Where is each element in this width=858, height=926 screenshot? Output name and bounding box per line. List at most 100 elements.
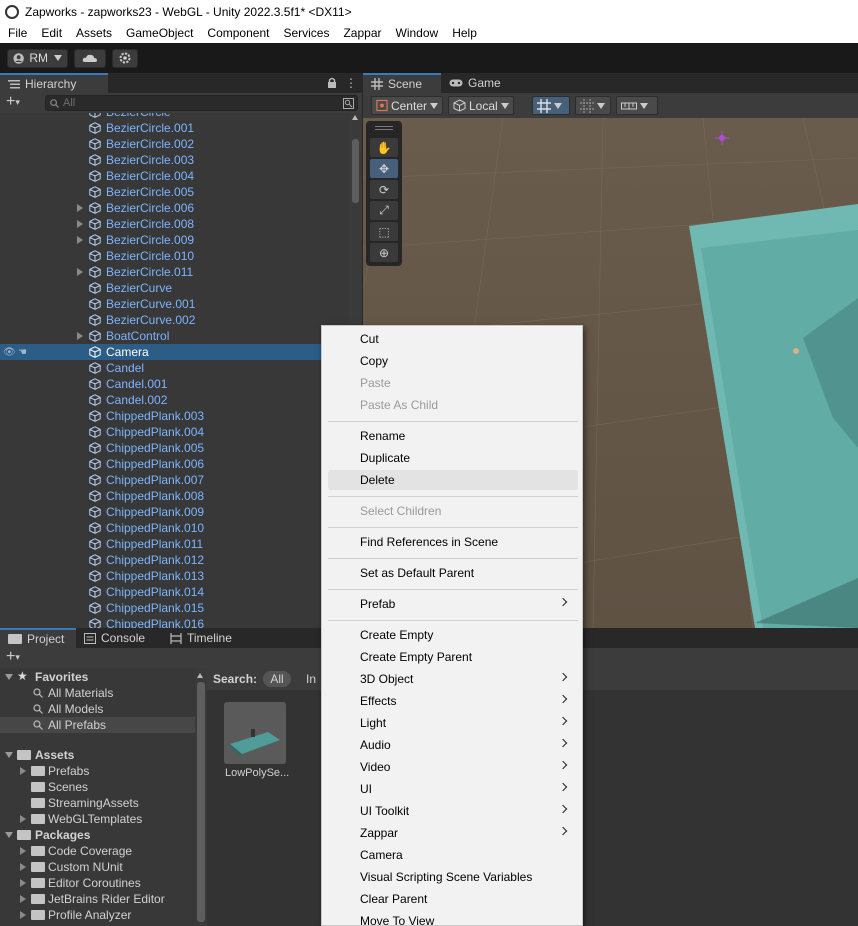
- lock-icon[interactable]: [327, 77, 337, 89]
- context-item-camera[interactable]: Camera: [328, 845, 578, 865]
- hierarchy-item[interactable]: Camera 👁 ☚: [0, 344, 349, 360]
- expand-arrow-icon[interactable]: [20, 879, 26, 887]
- tab-timeline[interactable]: Timeline: [162, 628, 248, 648]
- hierarchy-item[interactable]: ChippedPlank.010: [0, 520, 349, 536]
- project-tree-item[interactable]: Packages: [0, 827, 195, 843]
- project-tree-item[interactable]: Code Coverage: [0, 843, 195, 859]
- scrollbar-thumb[interactable]: [352, 139, 359, 203]
- hierarchy-item[interactable]: BezierCircle.009: [0, 232, 349, 248]
- scope-in-button[interactable]: In: [306, 672, 316, 686]
- hierarchy-item[interactable]: BezierCurve: [0, 280, 349, 296]
- move-tool-button[interactable]: ✥: [370, 159, 398, 178]
- hierarchy-item[interactable]: Candel: [0, 360, 349, 376]
- menu-services[interactable]: Services: [275, 26, 335, 40]
- hierarchy-item[interactable]: ChippedPlank.009: [0, 504, 349, 520]
- context-item-set-as-default-parent[interactable]: Set as Default Parent: [328, 563, 578, 583]
- context-item-find-references-in-scene[interactable]: Find References in Scene: [328, 532, 578, 552]
- context-item-video[interactable]: Video: [328, 757, 578, 777]
- kebab-menu-icon[interactable]: ⋮: [345, 76, 357, 90]
- project-tree-item[interactable]: Editor Coroutines: [0, 875, 195, 891]
- settings-button[interactable]: [112, 48, 138, 68]
- context-item-create-empty-parent[interactable]: Create Empty Parent: [328, 647, 578, 667]
- menu-zappar[interactable]: Zappar: [335, 26, 387, 40]
- drag-handle-icon[interactable]: [375, 126, 393, 130]
- project-tree-item[interactable]: All Models: [0, 701, 195, 717]
- hierarchy-item[interactable]: ChippedPlank.005: [0, 440, 349, 456]
- hierarchy-item[interactable]: BezierCircle.010: [0, 248, 349, 264]
- account-button[interactable]: RM: [7, 48, 68, 68]
- context-item-3d-object[interactable]: 3D Object: [328, 669, 578, 689]
- tab-hierarchy[interactable]: Hierarchy: [0, 73, 108, 93]
- hierarchy-search-input[interactable]: All: [45, 95, 358, 111]
- expand-arrow-icon[interactable]: [77, 220, 83, 228]
- hierarchy-item[interactable]: BezierCircle.001: [0, 120, 349, 136]
- collapse-arrow-icon[interactable]: [5, 674, 13, 680]
- tab-project[interactable]: Project: [0, 628, 76, 648]
- menu-component[interactable]: Component: [199, 26, 275, 40]
- project-tree-item[interactable]: All Prefabs: [0, 717, 195, 733]
- rect-tool-button[interactable]: ⬚: [370, 222, 398, 241]
- hierarchy-item[interactable]: ChippedPlank.003: [0, 408, 349, 424]
- context-item-ui[interactable]: UI: [328, 779, 578, 799]
- menu-assets[interactable]: Assets: [68, 26, 118, 40]
- project-tree-item[interactable]: Prefabs: [0, 763, 195, 779]
- hierarchy-item[interactable]: BezierCircle.005: [0, 184, 349, 200]
- hierarchy-item[interactable]: BezierCircle.003: [0, 152, 349, 168]
- expand-arrow-icon[interactable]: [77, 332, 83, 340]
- rotate-tool-button[interactable]: ⟳: [370, 180, 398, 199]
- transform-tool-button[interactable]: ⊕: [370, 243, 398, 262]
- project-tree-item[interactable]: JetBrains Rider Editor: [0, 891, 195, 907]
- context-item-delete[interactable]: Delete: [328, 470, 578, 490]
- hierarchy-item[interactable]: BezierCurve.002: [0, 312, 349, 328]
- hierarchy-item[interactable]: ChippedPlank.015: [0, 600, 349, 616]
- expand-arrow-icon[interactable]: [20, 767, 26, 775]
- project-tree-item[interactable]: Custom NUnit: [0, 859, 195, 875]
- pickable-hand-icon[interactable]: ☚: [18, 347, 30, 358]
- context-item-rename[interactable]: Rename: [328, 426, 578, 446]
- tab-scene[interactable]: Scene: [363, 73, 441, 93]
- expand-arrow-icon[interactable]: [20, 863, 26, 871]
- hierarchy-item[interactable]: ChippedPlank.016: [0, 616, 349, 628]
- context-item-clear-parent[interactable]: Clear Parent: [328, 889, 578, 909]
- expand-arrow-icon[interactable]: [77, 236, 83, 244]
- expand-arrow-icon[interactable]: [20, 815, 26, 823]
- hierarchy-item[interactable]: BezierCircle: [0, 113, 349, 120]
- scope-all-button[interactable]: All: [263, 671, 291, 687]
- gizmo-options-button[interactable]: [616, 96, 658, 115]
- context-item-move-to-view[interactable]: Move To View: [328, 911, 578, 926]
- hierarchy-item[interactable]: Candel.002: [0, 392, 349, 408]
- menu-gameobject[interactable]: GameObject: [118, 26, 199, 40]
- hierarchy-item[interactable]: ChippedPlank.007: [0, 472, 349, 488]
- expand-arrow-icon[interactable]: [20, 911, 26, 919]
- project-tree-item[interactable]: StreamingAssets: [0, 795, 195, 811]
- context-item-paste[interactable]: Paste: [328, 373, 578, 393]
- hierarchy-item[interactable]: BezierCircle.004: [0, 168, 349, 184]
- project-tree-item[interactable]: WebGLTemplates: [0, 811, 195, 827]
- context-item-create-empty[interactable]: Create Empty: [328, 625, 578, 645]
- hierarchy-item[interactable]: BezierCircle.008: [0, 216, 349, 232]
- grid-snap-button[interactable]: [532, 96, 570, 115]
- hierarchy-item[interactable]: ChippedPlank.008: [0, 488, 349, 504]
- context-item-cut[interactable]: Cut: [328, 329, 578, 349]
- expand-arrow-icon[interactable]: [20, 895, 26, 903]
- menu-help[interactable]: Help: [444, 26, 483, 40]
- project-tree-item[interactable]: Profile Analyzer: [0, 907, 195, 923]
- hierarchy-item[interactable]: ChippedPlank.011: [0, 536, 349, 552]
- expand-arrow-icon[interactable]: [77, 204, 83, 212]
- search-filter-icon[interactable]: [343, 98, 354, 109]
- hierarchy-item[interactable]: BezierCircle.006: [0, 200, 349, 216]
- hierarchy-item[interactable]: BezierCircle.011: [0, 264, 349, 280]
- hierarchy-item[interactable]: ChippedPlank.006: [0, 456, 349, 472]
- pivot-dropdown[interactable]: Center: [371, 96, 443, 115]
- hand-tool-button[interactable]: ✋: [370, 138, 398, 157]
- context-item-effects[interactable]: Effects: [328, 691, 578, 711]
- context-item-duplicate[interactable]: Duplicate: [328, 448, 578, 468]
- project-add-button[interactable]: +▾: [6, 649, 32, 666]
- space-dropdown[interactable]: Local: [448, 96, 514, 115]
- project-tree-item[interactable]: ★ Favorites: [0, 669, 195, 685]
- scroll-up-icon[interactable]: [197, 673, 203, 678]
- scale-tool-button[interactable]: ⤢: [370, 201, 398, 220]
- increment-snap-button[interactable]: [575, 96, 611, 115]
- project-tree-scrollbar[interactable]: [195, 668, 207, 926]
- context-item-light[interactable]: Light: [328, 713, 578, 733]
